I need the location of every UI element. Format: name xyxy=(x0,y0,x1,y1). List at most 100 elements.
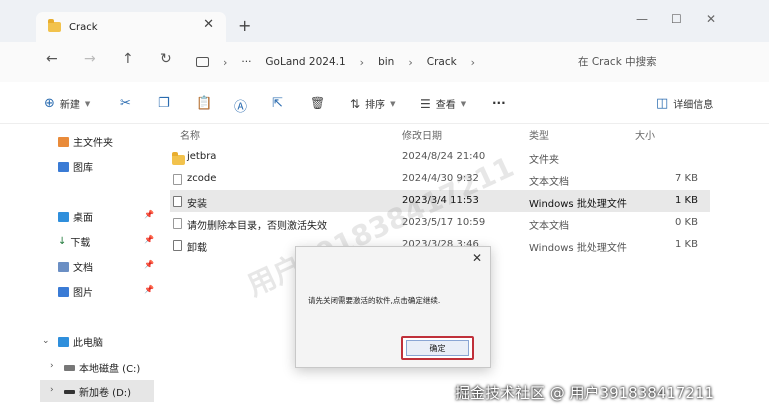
file-name: 请勿删除本目录，否则激活失效 xyxy=(187,221,327,232)
file-name: 卸载 xyxy=(187,243,207,254)
file-date: 2023/5/17 10:59 xyxy=(402,217,486,228)
chevron-right-icon: › xyxy=(223,55,228,69)
column-header-size[interactable]: 大小 xyxy=(635,127,655,142)
pin-icon[interactable]: 📌 xyxy=(144,260,154,269)
sort-button[interactable]: ⇅ 排序 ▼ xyxy=(350,96,396,112)
file-row[interactable]: jetbra 2024/8/24 21:40 文件夹 xyxy=(170,146,710,168)
column-header-name[interactable]: 名称 xyxy=(180,127,200,142)
sidebar-item-gallery[interactable]: 图库 xyxy=(58,159,93,174)
navigation-bar: ← → ↑ ↻ › ··· GoLand 2024.1 › bin › Crac… xyxy=(0,42,769,82)
sidebar-item-home[interactable]: 主文件夹 xyxy=(58,134,113,149)
sidebar-item-label: 桌面 xyxy=(73,213,93,224)
tab-crack[interactable]: Crack ✕ xyxy=(36,12,226,42)
chevron-down-icon: ▼ xyxy=(390,99,396,108)
more-options-button[interactable]: ··· xyxy=(492,96,506,110)
command-bar: ⊕ 新建 ▼ ✂ ❐ 📋 Ⓐ ⇱ 🗑 ⇅ 排序 ▼ ☰ 查看 ▼ ··· ◫ 详… xyxy=(0,82,769,124)
sidebar-item-label: 图库 xyxy=(73,163,93,174)
file-size: 0 KB xyxy=(675,217,698,228)
batch-file-icon xyxy=(173,240,182,251)
pin-icon[interactable]: 📌 xyxy=(144,210,154,219)
forward-icon[interactable]: → xyxy=(84,51,96,67)
chevron-down-icon[interactable]: ⌄ xyxy=(42,336,50,346)
plus-circle-icon: ⊕ xyxy=(44,96,55,111)
title-bar: Crack ✕ + — ☐ ✕ xyxy=(0,0,769,42)
tab-close-icon[interactable]: ✕ xyxy=(203,17,214,32)
new-button[interactable]: ⊕ 新建 ▼ xyxy=(44,96,90,111)
sidebar-item-label: 新加卷 (D:) xyxy=(79,388,132,399)
sidebar-item-label: 此电脑 xyxy=(73,338,103,349)
sidebar-item-downloads[interactable]: ↓ 下载 xyxy=(58,234,90,249)
ok-label: 确定 xyxy=(406,340,469,356)
file-name: jetbra xyxy=(187,151,217,162)
chevron-right-icon[interactable]: › xyxy=(50,361,54,371)
file-row[interactable]: zcode 2024/4/30 9:32 文本文档 7 KB xyxy=(170,168,710,190)
gallery-icon xyxy=(58,161,69,172)
details-label: 详细信息 xyxy=(673,100,714,111)
back-icon[interactable]: ← xyxy=(46,51,58,67)
file-type: Windows 批处理文件 xyxy=(529,243,627,254)
document-icon xyxy=(58,261,69,272)
sidebar-item-label: 图片 xyxy=(73,288,93,299)
rename-button[interactable]: Ⓐ xyxy=(234,96,247,115)
file-type: 文本文档 xyxy=(529,221,569,232)
copy-button[interactable]: ❐ xyxy=(158,96,170,111)
up-icon[interactable]: ↑ xyxy=(122,51,134,67)
column-header-type[interactable]: 类型 xyxy=(529,127,549,142)
file-size: 7 KB xyxy=(675,173,698,184)
breadcrumb-crack[interactable]: Crack xyxy=(427,56,457,68)
close-window-icon[interactable]: ✕ xyxy=(706,12,716,26)
sidebar-item-label: 文档 xyxy=(73,263,93,274)
minimize-icon[interactable]: — xyxy=(636,12,648,26)
share-button[interactable]: ⇱ xyxy=(272,96,283,111)
pin-icon[interactable]: 📌 xyxy=(144,285,154,294)
file-name: 安装 xyxy=(187,199,207,210)
column-header-date[interactable]: 修改日期 xyxy=(402,127,442,142)
ok-button[interactable]: 确定 xyxy=(401,336,474,360)
desktop-icon xyxy=(58,211,69,222)
navigation-pane: 主文件夹 图库 桌面 📌 ↓ 下载 📌 文档 📌 图片 📌 ⌄ 此电脑 › 本地… xyxy=(0,124,160,417)
paste-button[interactable]: 📋 xyxy=(196,96,212,111)
view-label: 查看 xyxy=(435,100,456,111)
file-date: 2023/3/4 11:53 xyxy=(402,195,479,206)
file-size: 1 KB xyxy=(675,239,698,250)
sidebar-item-desktop[interactable]: 桌面 xyxy=(58,209,93,224)
sidebar-item-label: 本地磁盘 (C:) xyxy=(79,364,141,375)
file-name: zcode xyxy=(187,173,217,184)
pin-icon[interactable]: 📌 xyxy=(144,235,154,244)
refresh-icon[interactable]: ↻ xyxy=(160,51,172,67)
sidebar-item-pictures[interactable]: 图片 xyxy=(58,284,93,299)
maximize-icon[interactable]: ☐ xyxy=(671,12,682,26)
file-date: 2024/8/24 21:40 xyxy=(402,151,486,162)
cut-button[interactable]: ✂ xyxy=(120,96,131,111)
file-date: 2024/4/30 9:32 xyxy=(402,173,479,184)
file-list: 名称 修改日期 类型 大小 jetbra 2024/8/24 21:40 文件夹… xyxy=(160,124,720,264)
chevron-right-icon[interactable]: › xyxy=(50,385,54,395)
view-button[interactable]: ☰ 查看 ▼ xyxy=(420,96,466,112)
details-pane-button[interactable]: ◫ 详细信息 xyxy=(656,96,713,111)
home-icon xyxy=(58,136,69,147)
sidebar-item-drive-d[interactable]: 新加卷 (D:) xyxy=(64,384,131,399)
share-icon: ⇱ xyxy=(272,96,283,111)
search-input[interactable]: 在 Crack 中搜索 xyxy=(578,54,657,69)
new-tab-icon[interactable]: + xyxy=(238,18,251,34)
sidebar-item-this-pc[interactable]: 此电脑 xyxy=(58,334,103,349)
chevron-right-icon: › xyxy=(408,55,413,69)
pc-icon xyxy=(196,57,209,67)
breadcrumb-goland[interactable]: GoLand 2024.1 xyxy=(265,56,345,68)
file-row[interactable]: 请勿删除本目录，否则激活失效 2023/5/17 10:59 文本文档 0 KB xyxy=(170,212,710,234)
sidebar-item-drive-c[interactable]: 本地磁盘 (C:) xyxy=(64,360,140,375)
drive-icon xyxy=(64,364,75,371)
breadcrumb-more[interactable]: ··· xyxy=(241,56,251,68)
file-type: Windows 批处理文件 xyxy=(529,199,627,210)
file-row-selected[interactable]: 安装 2023/3/4 11:53 Windows 批处理文件 1 KB xyxy=(170,190,710,212)
close-icon[interactable]: ✕ xyxy=(472,251,482,265)
details-pane-icon: ◫ xyxy=(656,96,669,111)
sidebar-item-label: 下载 xyxy=(70,238,91,249)
rename-icon: Ⓐ xyxy=(234,100,248,115)
breadcrumb-bin[interactable]: bin xyxy=(378,56,394,68)
delete-button[interactable]: 🗑 xyxy=(310,96,325,110)
chevron-right-icon: › xyxy=(470,55,476,69)
sidebar-item-documents[interactable]: 文档 xyxy=(58,259,93,274)
address-bar[interactable]: › ··· GoLand 2024.1 › bin › Crack › xyxy=(190,49,565,75)
batch-file-icon xyxy=(173,196,182,207)
